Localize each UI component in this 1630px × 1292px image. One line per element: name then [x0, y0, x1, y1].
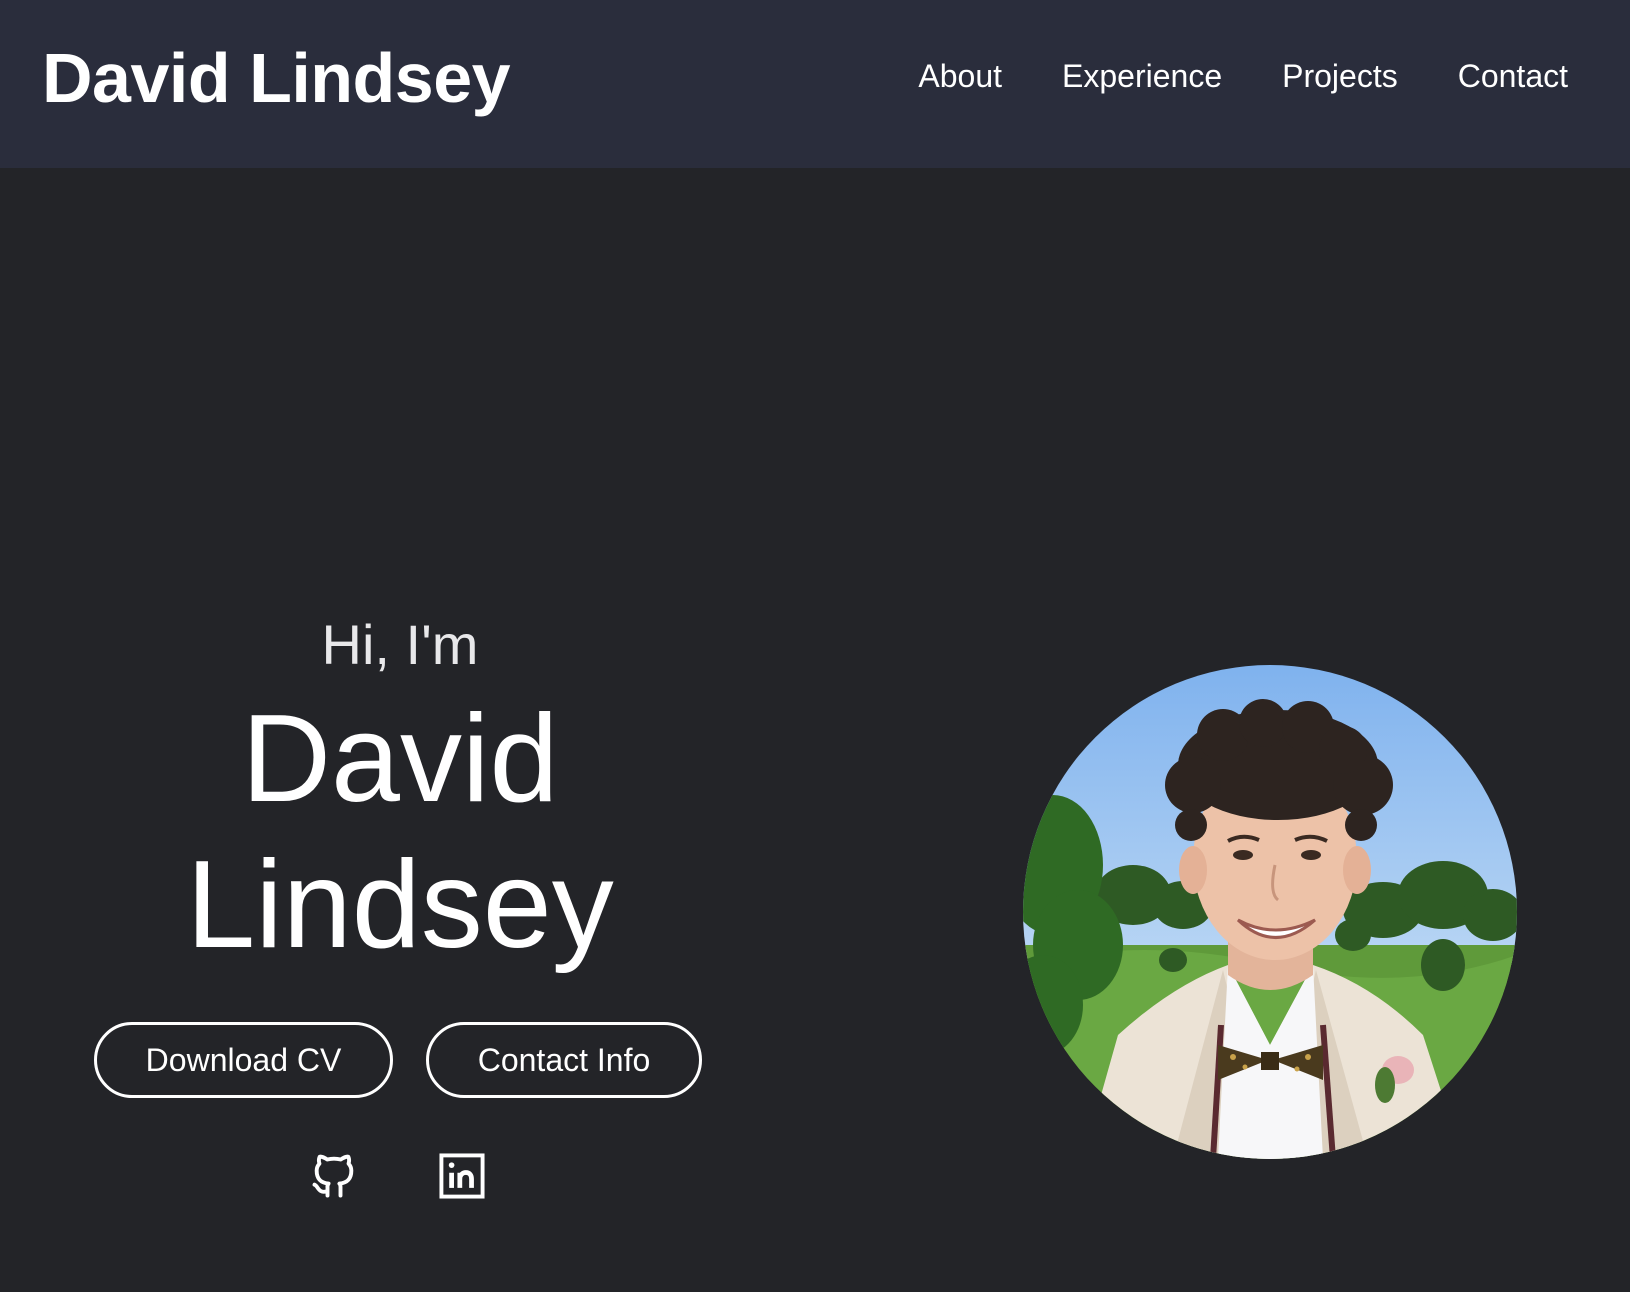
github-icon[interactable] — [308, 1150, 360, 1202]
download-cv-button[interactable]: Download CV — [94, 1022, 393, 1098]
nav-link-contact[interactable]: Contact — [1458, 54, 1568, 98]
nav-link-experience[interactable]: Experience — [1062, 54, 1222, 98]
hero-section: Hi, I'm David Lindsey — [60, 610, 740, 978]
hero-name-first: David — [241, 690, 559, 828]
nav-link-about[interactable]: About — [918, 54, 1002, 98]
nav-links: About Experience Projects Contact — [918, 54, 1568, 98]
linkedin-icon[interactable] — [436, 1150, 488, 1202]
social-links — [308, 1150, 488, 1202]
hero-buttons: Download CV Contact Info — [94, 1022, 702, 1098]
hero-greeting: Hi, I'm — [321, 613, 479, 676]
navbar: David Lindsey About Experience Projects … — [0, 0, 1630, 168]
profile-picture — [1023, 665, 1517, 1159]
hero-name: David Lindsey — [60, 686, 740, 978]
nav-link-projects[interactable]: Projects — [1282, 54, 1398, 98]
contact-info-button[interactable]: Contact Info — [426, 1022, 702, 1098]
site-logo[interactable]: David Lindsey — [42, 36, 511, 120]
profile-photo-illustration — [1023, 665, 1517, 1159]
hero-name-last: Lindsey — [186, 836, 614, 974]
